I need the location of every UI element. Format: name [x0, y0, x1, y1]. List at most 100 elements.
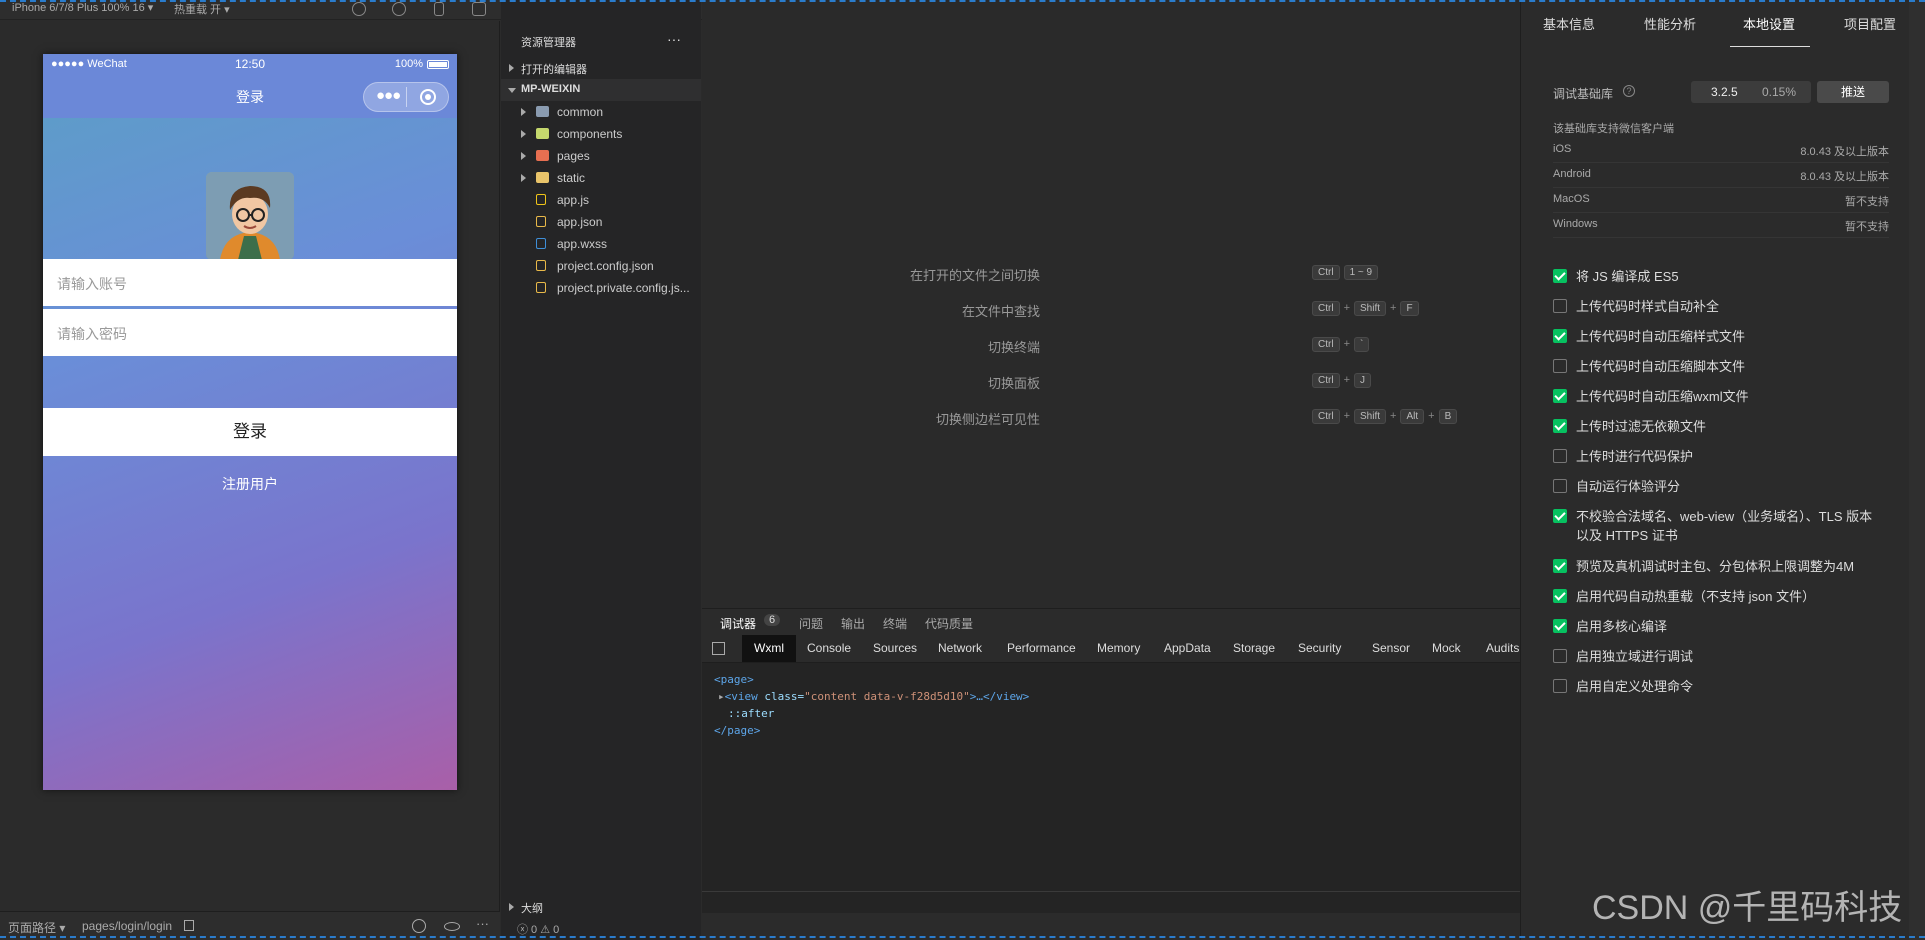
tab-memory[interactable]: Memory — [1097, 641, 1140, 655]
file-name: project.config.json — [557, 259, 654, 273]
tab-terminal[interactable]: 终端 — [883, 615, 907, 632]
checkbox-unchecked[interactable] — [1553, 479, 1567, 493]
file-icon — [536, 216, 546, 227]
file-item[interactable]: app.js — [501, 189, 701, 211]
refresh-icon[interactable] — [352, 2, 366, 16]
register-link[interactable]: 注册用户 — [43, 474, 457, 494]
checkbox-unchecked[interactable] — [1553, 299, 1567, 313]
wxml-view-node[interactable]: ▸<view class="content data-v-f28d5d10">…… — [718, 690, 1029, 703]
folder-item[interactable]: static — [501, 167, 701, 189]
tab-performance[interactable]: Performance — [1007, 641, 1076, 655]
phone-icon[interactable] — [434, 2, 444, 16]
folder-icon — [536, 128, 549, 139]
scrollbar[interactable] — [1909, 0, 1925, 940]
option-label: 上传代码时样式自动补全 — [1576, 299, 1720, 314]
file-item[interactable]: project.config.json — [501, 255, 701, 277]
tab-mock[interactable]: Mock — [1432, 641, 1461, 655]
password-input[interactable]: 请输入密码 — [43, 309, 457, 356]
option-label: 预览及真机调试时主包、分包体积上限调整为4M — [1576, 559, 1855, 574]
file-item[interactable]: app.json — [501, 211, 701, 233]
hot-reload-toggle[interactable]: 热重载 开 ▾ — [174, 1, 230, 17]
explorer-more-icon[interactable]: ··· — [667, 31, 681, 47]
platform-row: MacOS 暂不支持 — [1553, 188, 1889, 213]
devtools-tabs: Wxml Console Sources Network Performance… — [702, 635, 1520, 663]
option-label: 启用独立域进行调试 — [1576, 649, 1694, 664]
checkbox-checked[interactable] — [1553, 329, 1567, 343]
more-options-icon[interactable]: ··· — [476, 916, 489, 931]
folder-icon — [536, 106, 549, 117]
wxml-page-open[interactable]: <page> — [714, 673, 754, 686]
wxml-page-close[interactable]: </page> — [714, 724, 760, 737]
file-item[interactable]: app.wxss — [501, 233, 701, 255]
checkbox-unchecked[interactable] — [1553, 679, 1567, 693]
shortcut-row: 切换面板 Ctrl + J — [702, 370, 1520, 392]
tab-storage[interactable]: Storage — [1233, 641, 1275, 655]
help-icon[interactable]: ? — [1623, 85, 1635, 97]
key-cap: Alt — [1400, 409, 1425, 424]
folder-icon — [536, 150, 549, 161]
tab-local-settings[interactable]: 本地设置 — [1743, 14, 1795, 33]
debugger-badge: 6 — [764, 614, 781, 626]
more-icon[interactable]: ●●● — [376, 87, 401, 104]
tab-output[interactable]: 输出 — [841, 615, 865, 632]
shortcut-row: 在打开的文件之间切换 Ctrl 1 ~ 9 — [702, 262, 1520, 284]
login-button[interactable]: 登录 — [43, 408, 457, 456]
stop-icon[interactable] — [392, 2, 406, 16]
lib-version-select[interactable]: 3.2.5 0.15% — [1691, 81, 1811, 103]
selection-border-bottom — [0, 936, 1925, 939]
bug-icon[interactable] — [412, 919, 426, 933]
outline-label: 大纲 — [521, 903, 543, 915]
tab-project-config[interactable]: 项目配置 — [1844, 14, 1896, 33]
checkbox-unchecked[interactable] — [1553, 359, 1567, 373]
wxml-after-node[interactable]: ::after — [728, 707, 774, 720]
inspect-icon[interactable] — [712, 642, 725, 655]
checkbox-unchecked[interactable] — [1553, 649, 1567, 663]
shortcut-label: 在打开的文件之间切换 — [909, 268, 1040, 283]
account-input[interactable]: 请输入账号 — [43, 259, 457, 306]
tab-appdata[interactable]: AppData — [1164, 641, 1211, 655]
checkbox-checked[interactable] — [1553, 559, 1567, 573]
checkbox-checked[interactable] — [1553, 619, 1567, 633]
copy-icon[interactable] — [184, 920, 194, 931]
collapse-arrow-icon — [509, 64, 514, 72]
window-icon[interactable] — [472, 2, 486, 16]
outline-section[interactable]: 大纲 — [501, 896, 701, 918]
tab-console[interactable]: Console — [807, 641, 851, 655]
option-label: 启用代码自动热重载（不支持 json 文件） — [1576, 589, 1816, 604]
open-editors-section[interactable]: 打开的编辑器 — [501, 57, 701, 79]
tab-network[interactable]: Network — [938, 641, 982, 655]
checkbox-checked[interactable] — [1553, 509, 1567, 523]
option-label: 上传时过滤无依赖文件 — [1576, 419, 1707, 434]
tab-code-quality[interactable]: 代码质量 — [925, 615, 973, 632]
checkbox-checked[interactable] — [1553, 589, 1567, 603]
capsule-menu[interactable]: ●●● — [363, 82, 449, 112]
folder-item[interactable]: components — [501, 123, 701, 145]
folder-item[interactable]: common — [501, 101, 701, 123]
checkbox-checked[interactable] — [1553, 419, 1567, 433]
expand-node-icon[interactable]: ▸ — [718, 690, 725, 703]
problems-count: ⓧ 0 ⚠ 0 — [517, 924, 560, 936]
folder-item[interactable]: pages — [501, 145, 701, 167]
tab-sensor[interactable]: Sensor — [1372, 641, 1410, 655]
checkbox-checked[interactable] — [1553, 269, 1567, 283]
push-button[interactable]: 推送 — [1817, 81, 1889, 103]
file-icon — [536, 194, 546, 205]
shortcut-label: 在文件中查找 — [961, 304, 1040, 319]
file-name: app.wxss — [557, 237, 608, 251]
platform-name: Android — [1553, 168, 1591, 180]
checkbox-checked[interactable] — [1553, 389, 1567, 403]
eye-icon[interactable] — [444, 922, 460, 931]
tab-performance-analysis[interactable]: 性能分析 — [1644, 14, 1696, 33]
project-section[interactable]: MP-WEIXIN — [501, 79, 701, 101]
tab-wxml[interactable]: Wxml — [742, 635, 796, 662]
tab-problems[interactable]: 问题 — [799, 615, 823, 632]
file-item[interactable]: project.private.config.js... — [501, 277, 701, 299]
tab-basic-info[interactable]: 基本信息 — [1543, 14, 1595, 33]
option-label: 启用自定义处理命令 — [1576, 679, 1694, 694]
tab-audits[interactable]: Audits — [1486, 641, 1519, 655]
page-path-label[interactable]: 页面路径 ▾ — [8, 919, 65, 936]
close-miniapp-icon[interactable] — [420, 89, 436, 105]
tab-sources[interactable]: Sources — [873, 641, 917, 655]
tab-security[interactable]: Security — [1298, 641, 1341, 655]
checkbox-unchecked[interactable] — [1553, 449, 1567, 463]
